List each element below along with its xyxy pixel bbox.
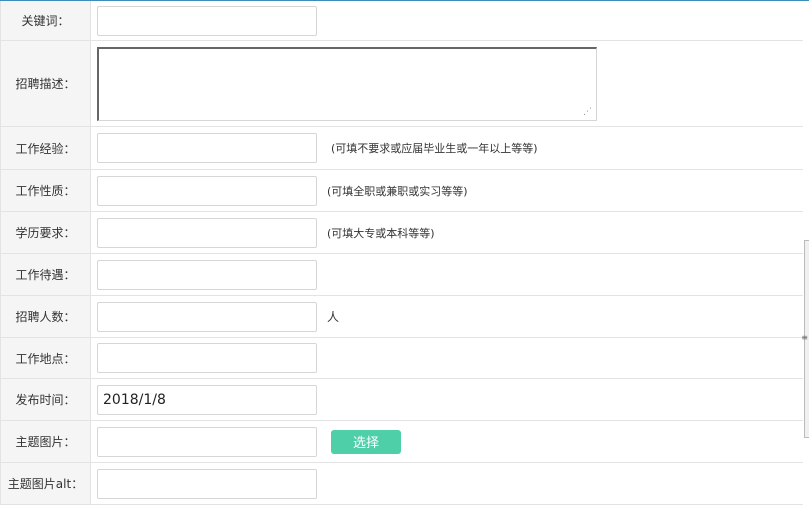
- row-publish-time: 发布时间：: [1, 379, 803, 421]
- row-salary: 工作待遇：: [1, 254, 803, 296]
- row-experience: 工作经验： (可填不要求或应届毕业生或一年以上等等): [1, 127, 803, 170]
- experience-input[interactable]: [97, 133, 317, 163]
- job-type-input[interactable]: [97, 175, 317, 206]
- keywords-input[interactable]: [97, 5, 317, 36]
- salary-input[interactable]: [97, 259, 317, 290]
- scrollbar-grip-icon[interactable]: ≡: [801, 334, 808, 342]
- select-image-button[interactable]: 选择: [331, 429, 401, 454]
- location-input[interactable]: [97, 343, 317, 373]
- headcount-unit: 人: [327, 310, 340, 324]
- education-label: 学历要求：: [1, 212, 91, 253]
- salary-label: 工作待遇：: [1, 254, 91, 295]
- keywords-label: 关键词：: [1, 1, 91, 40]
- experience-hint: (可填不要求或应届毕业生或一年以上等等): [331, 142, 538, 155]
- row-job-type: 工作性质： (可填全职或兼职或实习等等): [1, 170, 803, 212]
- row-keywords: 关键词：: [1, 1, 803, 41]
- theme-image-input[interactable]: [97, 426, 317, 457]
- row-headcount: 招聘人数： 人: [1, 296, 803, 338]
- location-label: 工作地点：: [1, 338, 91, 378]
- job-type-label: 工作性质：: [1, 170, 91, 211]
- publish-time-input[interactable]: [97, 384, 317, 415]
- headcount-label: 招聘人数：: [1, 296, 91, 337]
- row-location: 工作地点：: [1, 338, 803, 379]
- resize-grip-icon[interactable]: ⋰: [583, 107, 592, 117]
- row-education: 学历要求： (可填大专或本科等等): [1, 212, 803, 254]
- row-description: 招聘描述： ⋰: [1, 41, 803, 127]
- job-type-hint: (可填全职或兼职或实习等等): [327, 184, 468, 198]
- description-label: 招聘描述：: [1, 41, 91, 126]
- theme-image-alt-label: 主题图片alt：: [1, 463, 91, 504]
- job-form: 关键词： 招聘描述： ⋰ 工作经验： (可填不要求或应届毕业生或一年以上等等) …: [0, 1, 803, 505]
- description-textarea[interactable]: ⋰: [97, 46, 597, 121]
- theme-image-label: 主题图片：: [1, 421, 91, 462]
- experience-label: 工作经验：: [1, 127, 91, 169]
- row-theme-image: 主题图片： 选择: [1, 421, 803, 463]
- publish-time-label: 发布时间：: [1, 379, 91, 420]
- row-theme-image-alt: 主题图片alt：: [1, 463, 803, 505]
- theme-image-alt-input[interactable]: [97, 468, 317, 499]
- education-input[interactable]: [97, 217, 317, 248]
- education-hint: (可填大专或本科等等): [327, 226, 435, 240]
- headcount-input[interactable]: [97, 301, 317, 332]
